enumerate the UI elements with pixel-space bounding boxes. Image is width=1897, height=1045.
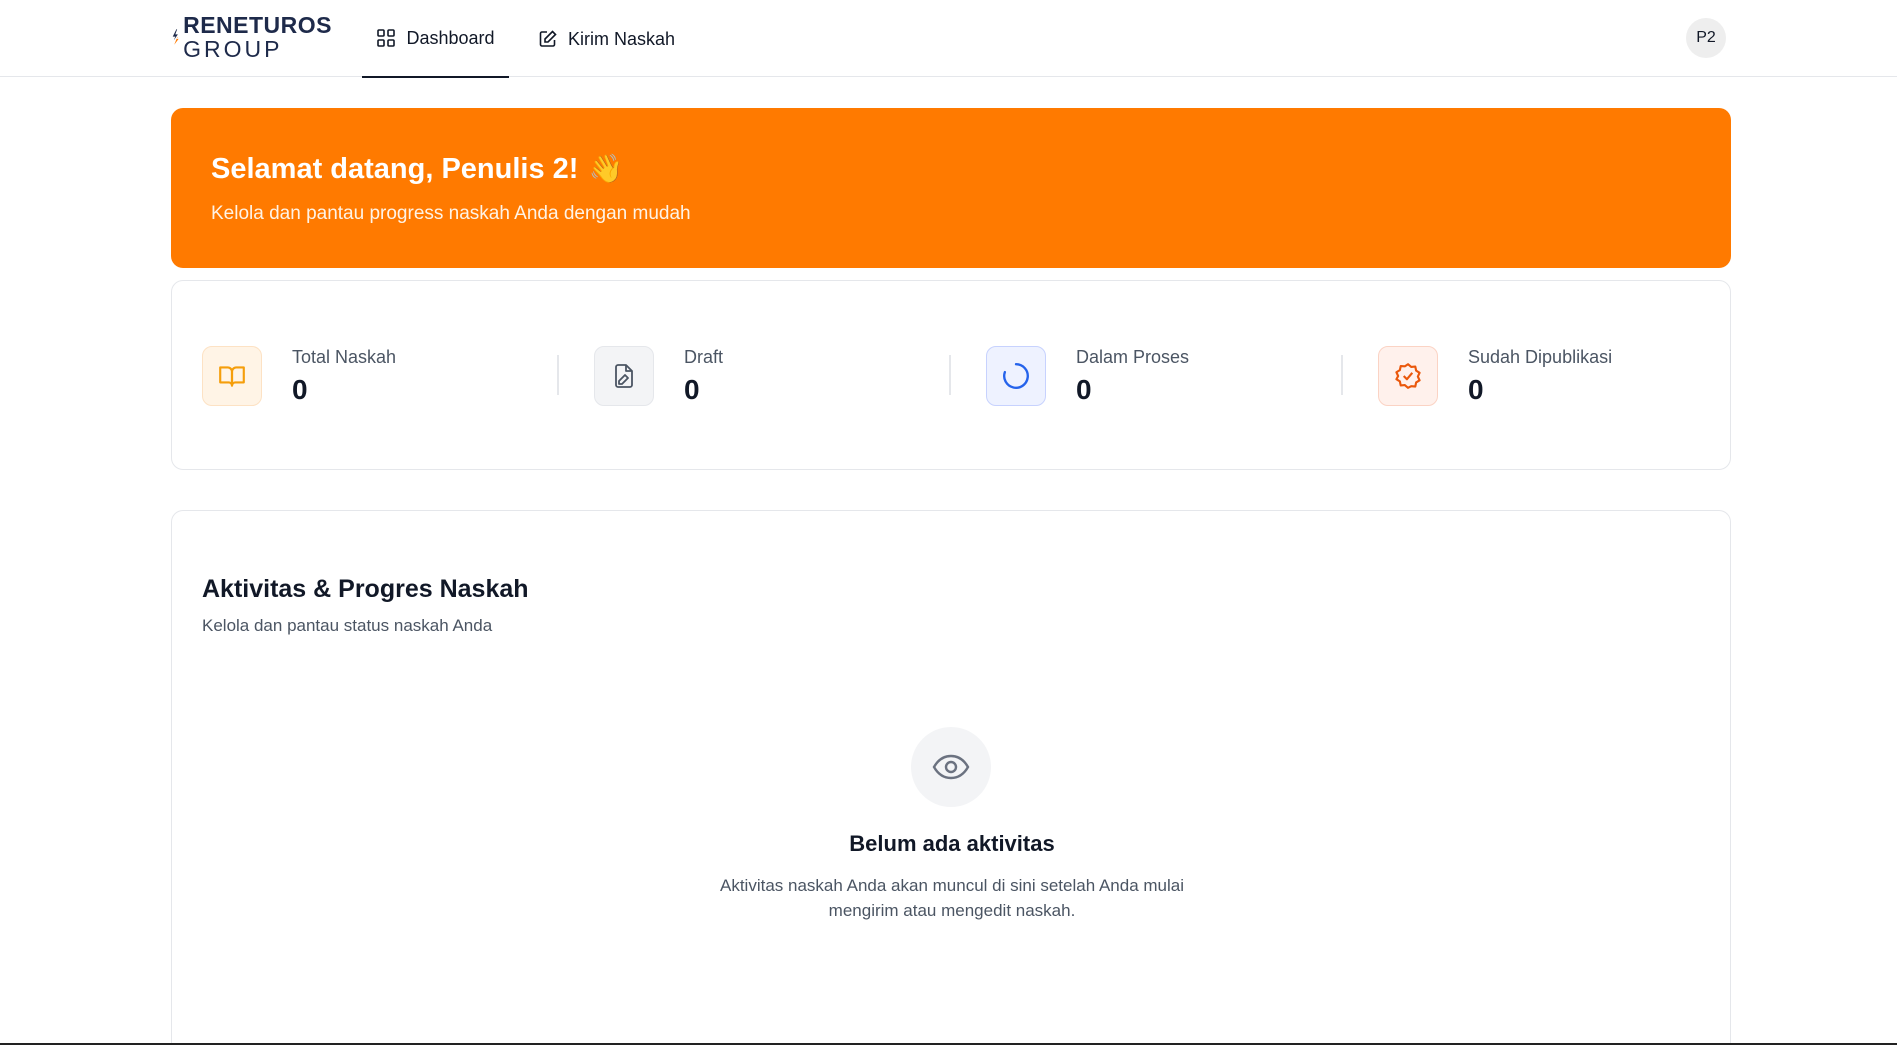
stat-label: Total Naskah [292,346,397,367]
loader-icon [986,346,1046,406]
activity-subtitle: Kelola dan pantau status naskah Anda [202,616,493,635]
badge-check-icon [1378,346,1438,406]
grid-icon [377,29,396,47]
stat-total-naskah: Total Naskah 0 [202,345,396,407]
stat-value: 0 [292,373,308,405]
user-avatar[interactable]: P2 [1686,18,1726,58]
empty-state-icon-wrapper [911,727,991,807]
nav-tab-dashboard-label: Dashboard [406,27,495,48]
activity-card: Aktivitas & Progres Naskah Kelola dan pa… [171,510,1731,1045]
stat-label: Sudah Dipublikasi [1468,346,1613,367]
stat-value: 0 [1468,373,1484,405]
waving-hand-icon: 👋 [588,153,624,184]
stat-label: Dalam Proses [1076,346,1190,367]
stat-label: Draft [684,346,724,367]
nav-tab-kirim-naskah-label: Kirim Naskah [568,28,676,49]
stat-divider [557,355,559,395]
lightning-logo-icon [172,29,179,45]
welcome-subtitle: Kelola dan pantau progress naskah Anda d… [211,203,691,224]
nav-tab-dashboard[interactable]: Dashboard [362,0,509,78]
stats-card: Total Naskah 0 Draft 0 Dalam Proses 0 Su… [171,280,1731,470]
activity-title: Aktivitas & Progres Naskah [202,575,529,603]
logo-text-secondary: GROUP [183,35,283,62]
welcome-banner: Selamat datang, Penulis 2! 👋 Kelola dan p… [171,108,1731,268]
stat-sudah-dipublikasi: Sudah Dipublikasi 0 [1378,345,1612,407]
brand-logo[interactable]: RENETUROS GROUP [172,11,332,62]
logo-text-primary: RENETUROS [183,11,332,38]
edit-icon [539,30,557,47]
welcome-title: Selamat datang, Penulis 2! 👋 [211,152,623,186]
stat-draft: Draft 0 [594,345,723,407]
avatar-initials: P2 [1696,29,1716,46]
stat-value: 0 [684,373,700,405]
welcome-title-text: Selamat datang, Penulis 2! [211,153,579,185]
stat-dalam-proses: Dalam Proses 0 [986,345,1189,407]
top-navbar: RENETUROS GROUP Dashboard Kirim Naskah P… [0,0,1897,78]
empty-state-title: Belum ada aktivitas [849,831,1055,856]
file-edit-icon [594,346,654,406]
stat-value: 0 [1076,373,1092,405]
book-open-icon [202,346,262,406]
eye-icon [932,754,970,780]
empty-state-description: Aktivitas naskah Anda akan muncul di sin… [720,876,1184,920]
stat-divider [949,355,951,395]
stat-divider [1341,355,1343,395]
nav-tab-kirim-naskah[interactable]: Kirim Naskah [538,0,675,78]
